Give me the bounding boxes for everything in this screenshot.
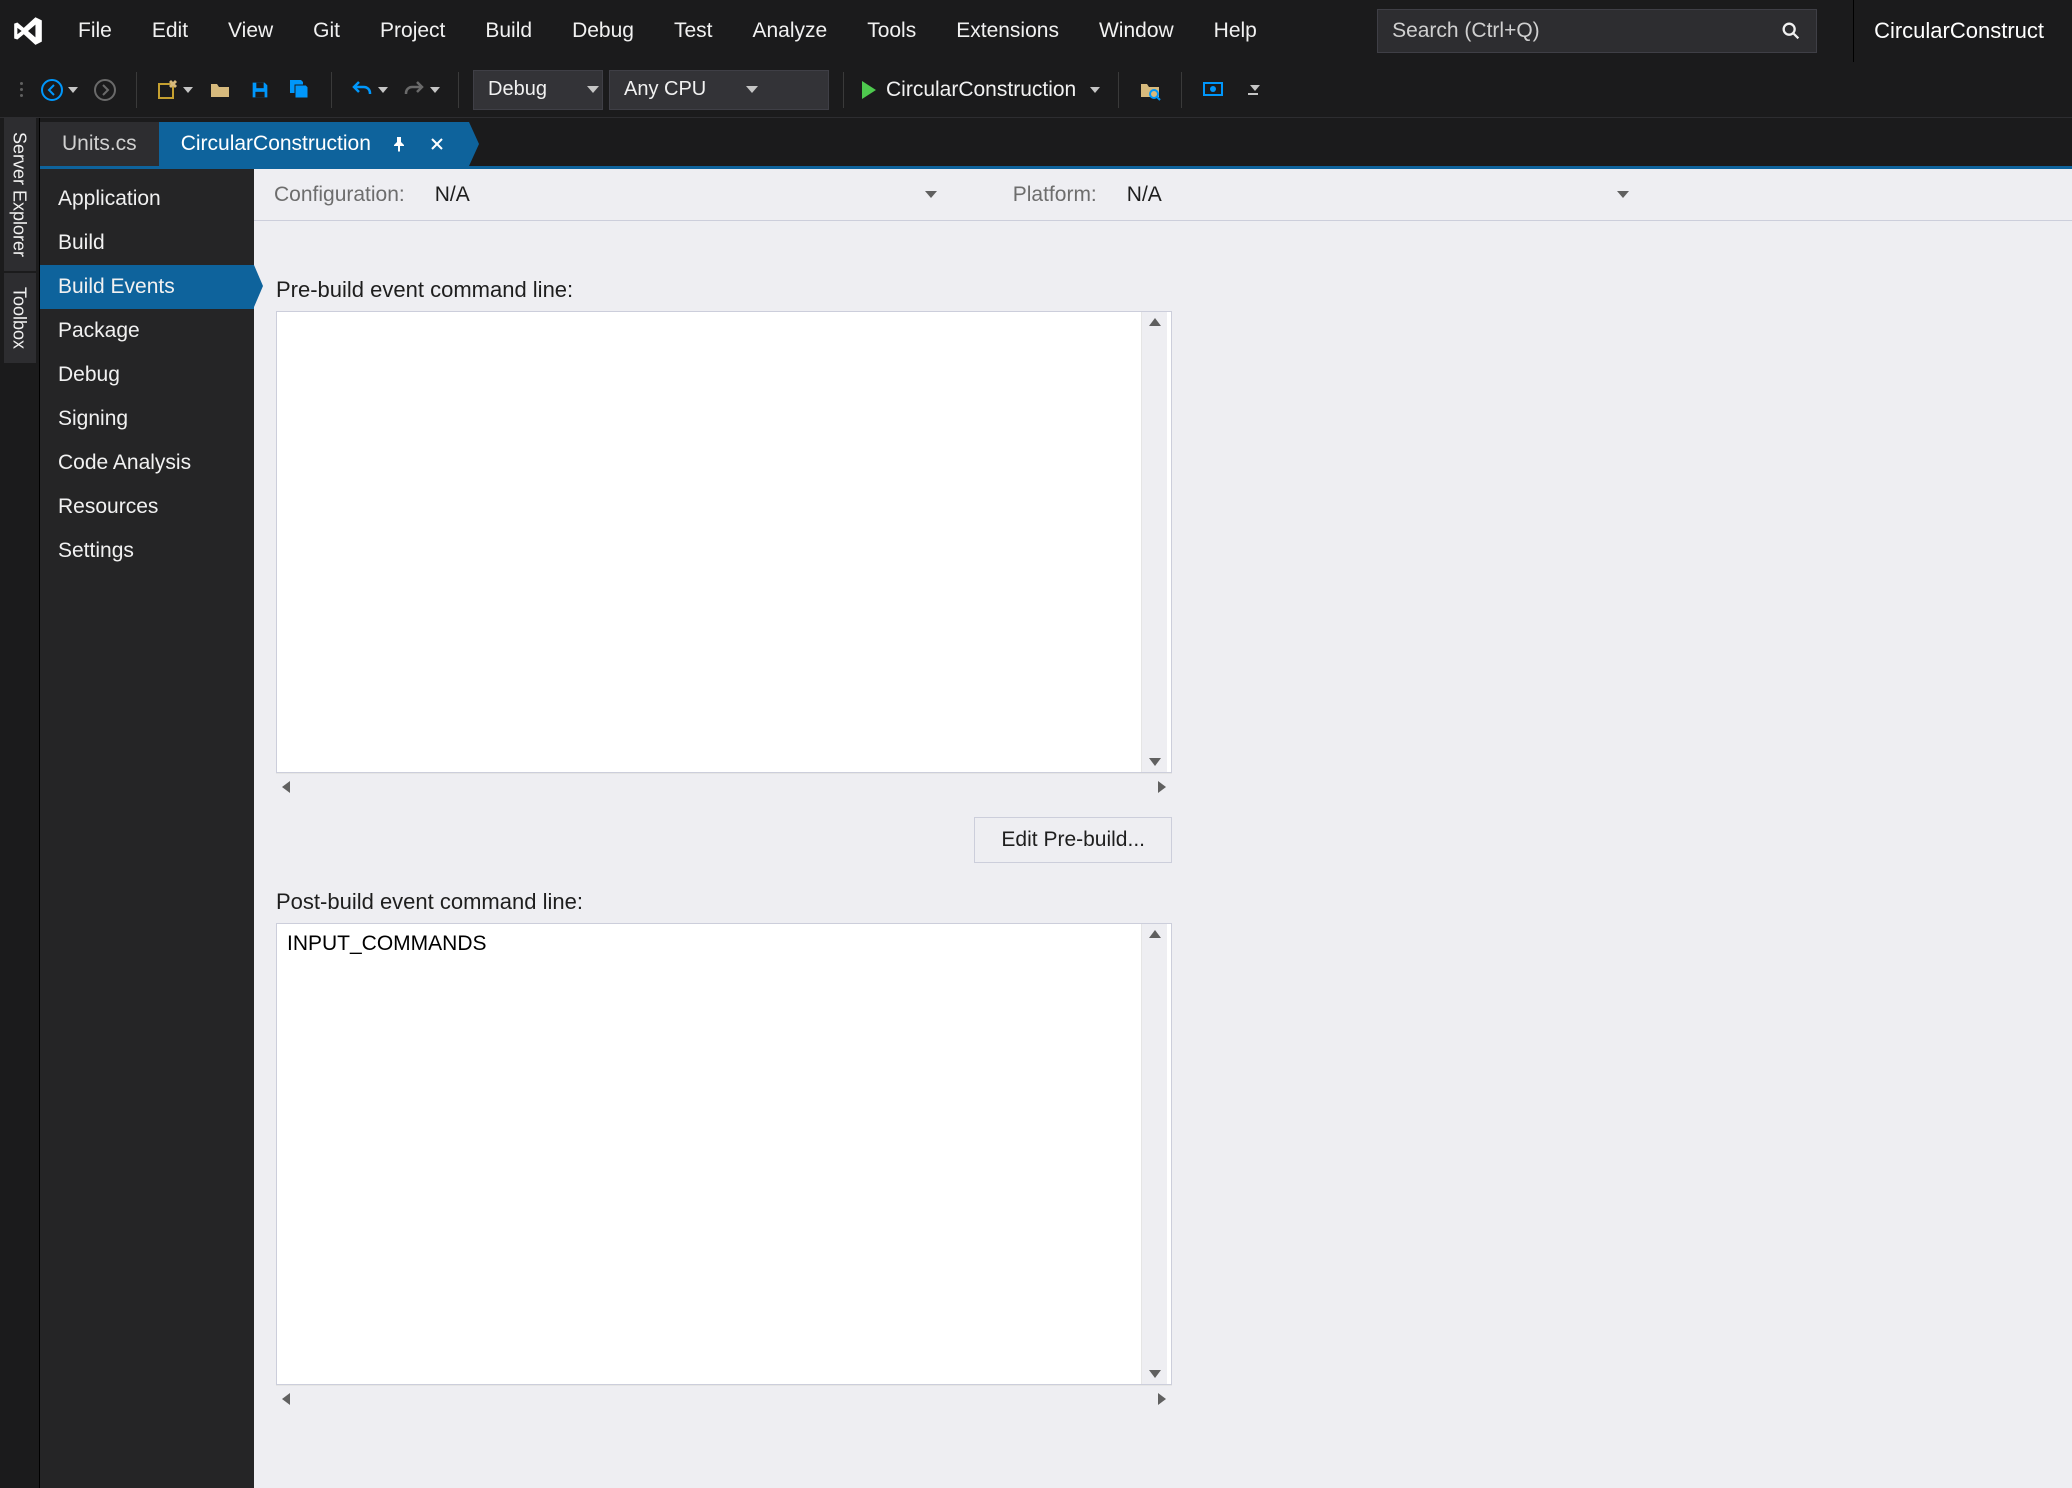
undo-button[interactable] — [346, 70, 392, 110]
propnav-code-analysis[interactable]: Code Analysis — [40, 441, 254, 485]
solution-platform-combo[interactable]: Any CPU — [609, 70, 829, 110]
scrollbar-horizontal[interactable] — [276, 1385, 1172, 1411]
scroll-down-icon — [1149, 758, 1161, 766]
pre-build-label: Pre-build event command line: — [276, 277, 1176, 303]
play-icon — [862, 81, 876, 99]
menu-git[interactable]: Git — [293, 0, 360, 62]
nav-back-button[interactable] — [36, 70, 82, 110]
propnav-settings[interactable]: Settings — [40, 529, 254, 573]
search-icon — [1780, 20, 1802, 42]
doc-tab-units-cs[interactable]: Units.cs — [40, 122, 159, 166]
chevron-down-icon — [1617, 191, 1629, 198]
propnav-build-events[interactable]: Build Events — [40, 265, 254, 309]
menu-test[interactable]: Test — [654, 0, 733, 62]
side-tab-server-explorer[interactable]: Server Explorer — [4, 118, 36, 271]
propnav-debug[interactable]: Debug — [40, 353, 254, 397]
standard-toolbar: Debug Any CPU CircularConstruction — [0, 62, 2072, 118]
live-share-button[interactable] — [1196, 70, 1230, 110]
chevron-down-icon — [430, 87, 440, 93]
doc-tab-circularconstruction[interactable]: CircularConstruction — [159, 122, 469, 166]
scrollbar-vertical[interactable] — [1141, 924, 1167, 1384]
propnav-application[interactable]: Application — [40, 177, 254, 221]
configuration-label: Configuration: — [274, 183, 405, 207]
left-tool-well: Server ExplorerToolbox — [0, 118, 40, 1488]
close-icon[interactable] — [427, 134, 447, 154]
search-input[interactable] — [1392, 19, 1780, 43]
propnav-resources[interactable]: Resources — [40, 485, 254, 529]
doc-tab-label: CircularConstruction — [181, 132, 371, 156]
menu-file[interactable]: File — [58, 0, 132, 62]
doc-tab-label: Units.cs — [62, 132, 137, 156]
menu-bar: FileEditViewGitProjectBuildDebugTestAnal… — [0, 0, 2072, 62]
scroll-left-icon — [282, 781, 290, 793]
scrollbar-vertical[interactable] — [1141, 312, 1167, 772]
scroll-up-icon — [1149, 318, 1161, 326]
chevron-down-icon — [378, 87, 388, 93]
side-tab-toolbox[interactable]: Toolbox — [4, 273, 36, 363]
menu-project[interactable]: Project — [360, 0, 465, 62]
pre-build-textarea[interactable] — [277, 312, 1141, 772]
chevron-down-icon — [746, 86, 758, 93]
nav-forward-button[interactable] — [88, 70, 122, 110]
platform-combo[interactable]: N/A — [1113, 175, 1643, 215]
save-all-button[interactable] — [283, 70, 317, 110]
edit-pre-build-button[interactable]: Edit Pre-build... — [974, 817, 1172, 863]
chevron-down-icon — [925, 191, 937, 198]
document-tabs: Units.cs CircularConstruction — [40, 118, 2072, 166]
post-build-textarea[interactable] — [277, 924, 1141, 1384]
global-search[interactable] — [1377, 9, 1817, 53]
redo-button[interactable] — [398, 70, 444, 110]
menu-build[interactable]: Build — [465, 0, 552, 62]
chevron-down-icon — [68, 87, 78, 93]
menu-debug[interactable]: Debug — [552, 0, 654, 62]
scroll-down-icon — [1149, 1370, 1161, 1378]
config-platform-bar: Configuration: N/A Platform: N/A — [254, 169, 2072, 221]
propnav-build[interactable]: Build — [40, 221, 254, 265]
toolbar-overflow-button[interactable] — [1236, 70, 1270, 110]
build-events-page: Configuration: N/A Platform: N/A Pre-bui… — [254, 169, 2072, 1488]
menu-extensions[interactable]: Extensions — [936, 0, 1079, 62]
scroll-up-icon — [1149, 930, 1161, 938]
propnav-package[interactable]: Package — [40, 309, 254, 353]
post-build-label: Post-build event command line: — [276, 889, 1176, 915]
new-item-button[interactable] — [151, 70, 197, 110]
scroll-left-icon — [282, 1393, 290, 1405]
menu-edit[interactable]: Edit — [132, 0, 208, 62]
chevron-down-icon — [183, 87, 193, 93]
toolbar-grip-icon — [20, 70, 30, 110]
menu-help[interactable]: Help — [1194, 0, 1277, 62]
propnav-signing[interactable]: Signing — [40, 397, 254, 441]
menu-tools[interactable]: Tools — [847, 0, 936, 62]
menu-window[interactable]: Window — [1079, 0, 1194, 62]
scroll-right-icon — [1158, 781, 1166, 793]
project-properties-nav: ApplicationBuildBuild EventsPackageDebug… — [40, 169, 254, 1488]
pin-icon[interactable] — [389, 134, 409, 154]
scrollbar-horizontal[interactable] — [276, 773, 1172, 799]
menu-analyze[interactable]: Analyze — [732, 0, 847, 62]
solution-name: CircularConstruct — [1853, 0, 2064, 62]
scroll-right-icon — [1158, 1393, 1166, 1405]
configuration-combo[interactable]: N/A — [421, 175, 951, 215]
menu-view[interactable]: View — [208, 0, 293, 62]
vs-logo-icon — [0, 0, 56, 62]
platform-label: Platform: — [1013, 183, 1097, 207]
chevron-down-icon — [587, 86, 599, 93]
open-file-button[interactable] — [203, 70, 237, 110]
start-debug-button[interactable]: CircularConstruction — [858, 70, 1104, 110]
post-build-textarea-wrap — [276, 923, 1172, 1385]
find-in-files-button[interactable] — [1133, 70, 1167, 110]
pre-build-textarea-wrap — [276, 311, 1172, 773]
solution-config-combo[interactable]: Debug — [473, 70, 603, 110]
chevron-down-icon — [1250, 85, 1260, 91]
chevron-down-icon — [1090, 87, 1100, 93]
save-button[interactable] — [243, 70, 277, 110]
